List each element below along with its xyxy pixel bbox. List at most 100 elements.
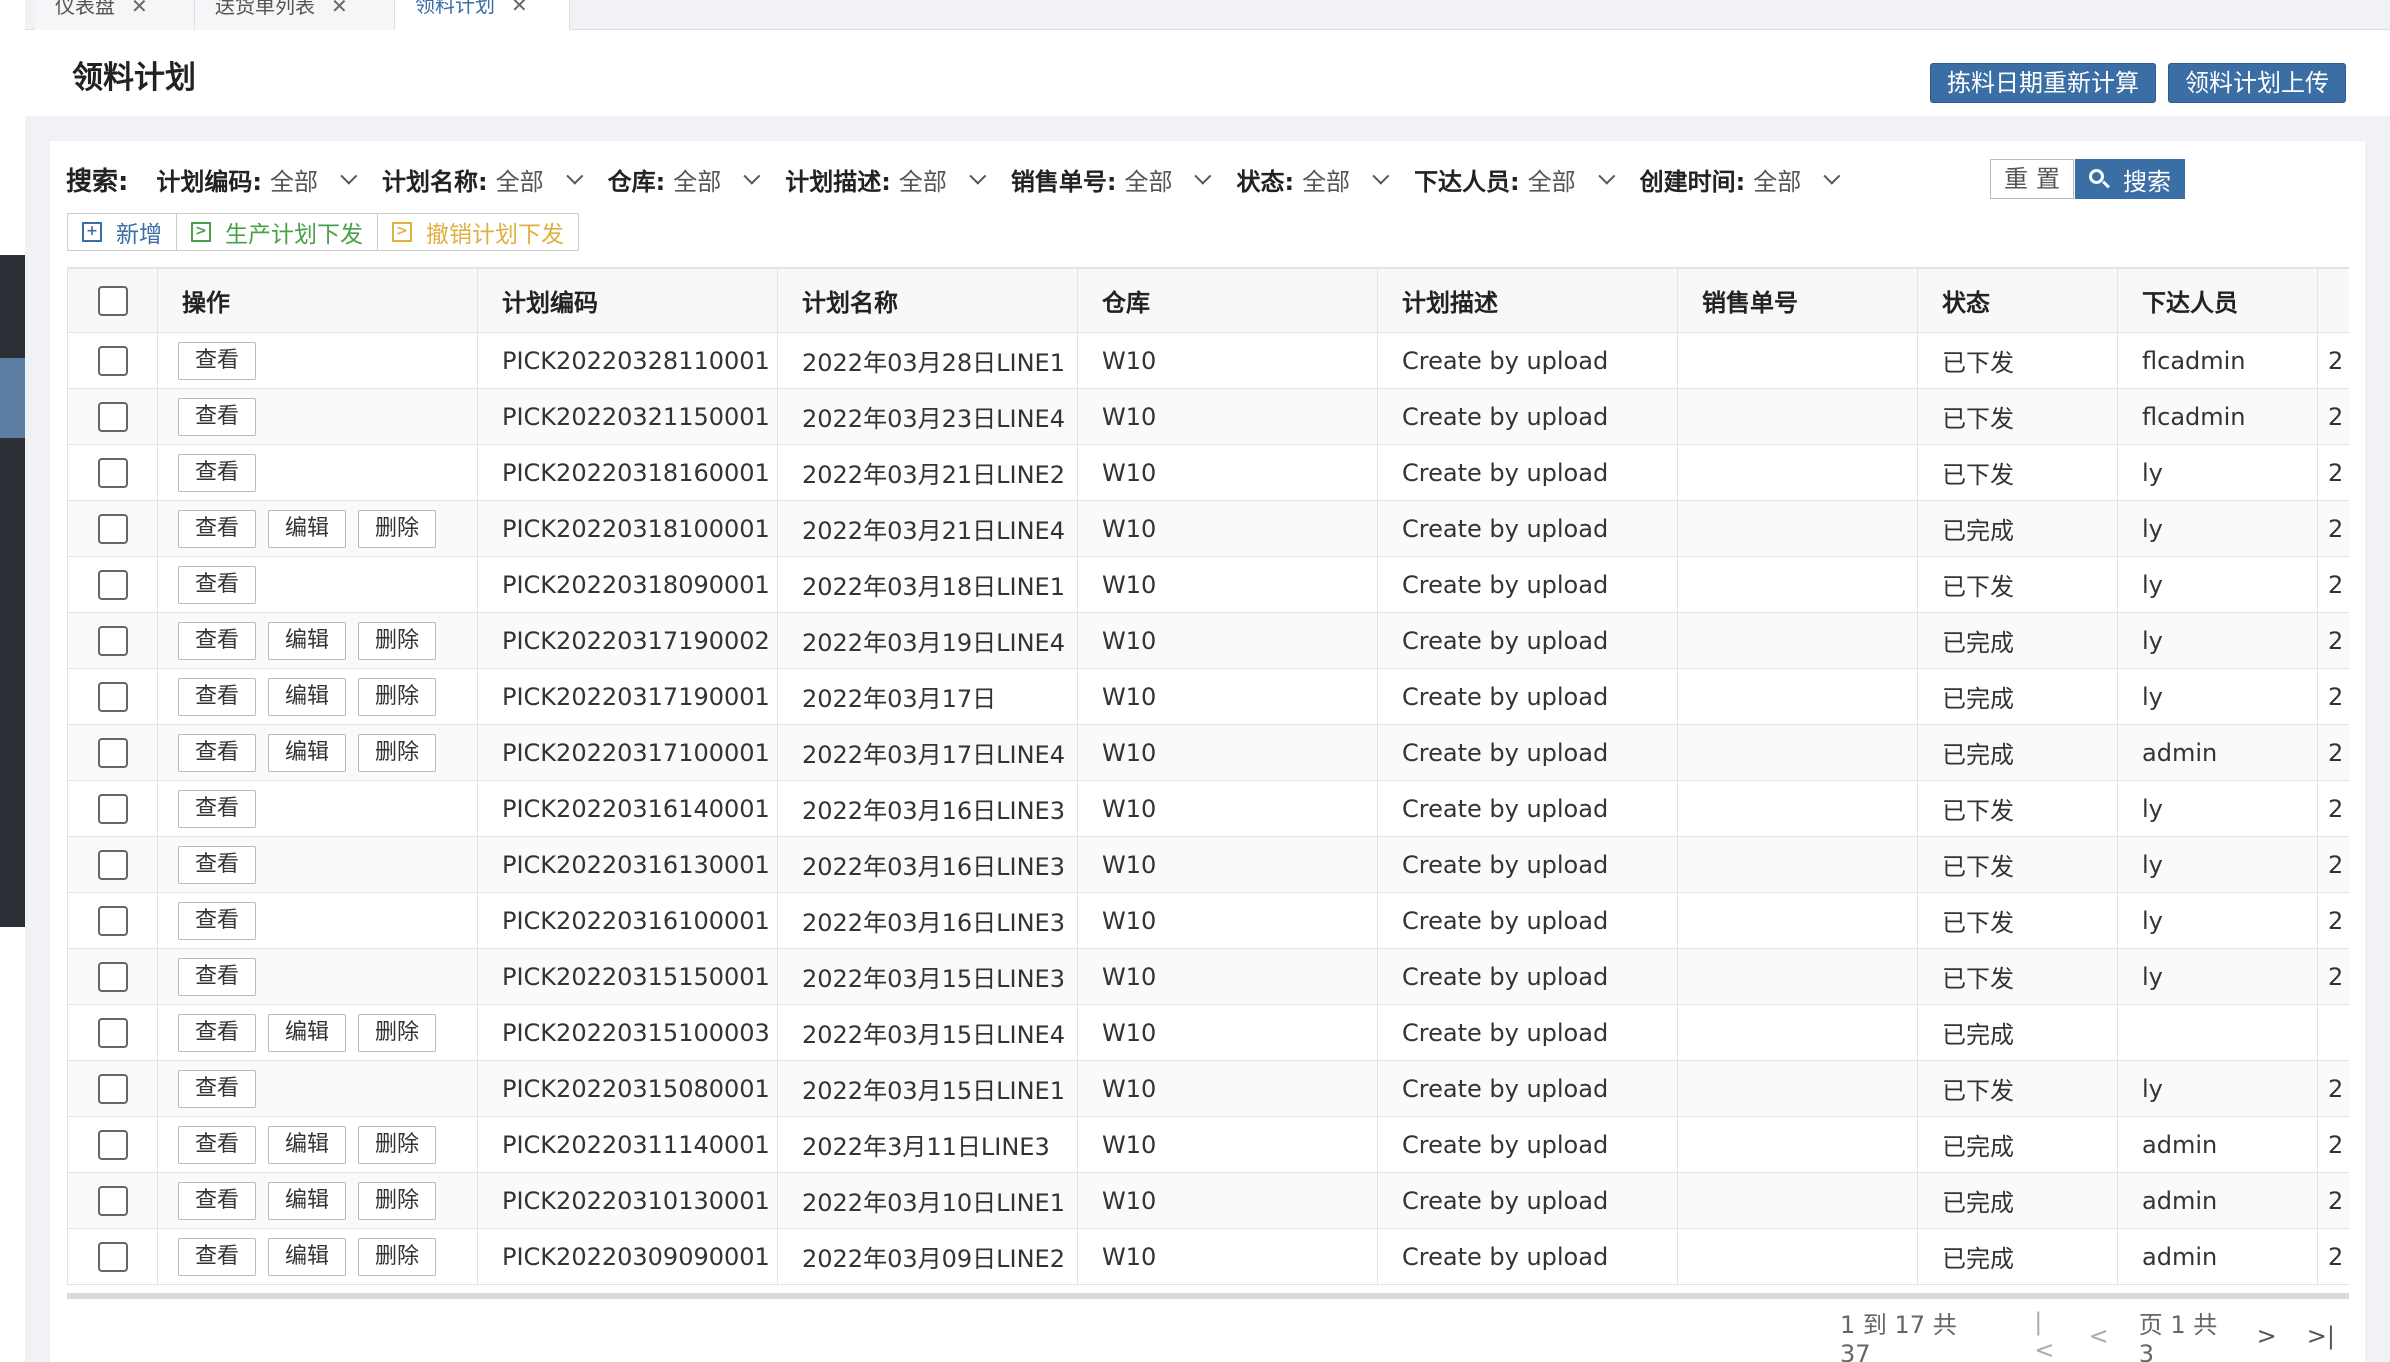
table-row[interactable]: 查看 PICK20220316140001 2022年03月16日LINE3 W10 C… — [67, 780, 2349, 837]
edit-button[interactable]: 编辑 — [268, 1237, 347, 1276]
view-button[interactable]: 查看 — [178, 733, 257, 772]
column-header-issuer[interactable]: 下达人员 — [2117, 268, 2318, 333]
delete-button[interactable]: 删除 — [358, 1125, 437, 1164]
table-row[interactable]: 查看 PICK20220318090001 2022年03月18日LINE1 W10 C… — [67, 556, 2349, 613]
view-button[interactable]: 查看 — [178, 453, 257, 492]
edit-button[interactable]: 编辑 — [268, 1013, 347, 1052]
add-button[interactable]: + 新增 — [68, 214, 177, 250]
row-checkbox[interactable] — [97, 737, 128, 768]
edit-button[interactable]: 编辑 — [268, 677, 347, 716]
table-row[interactable]: 查看 编辑 删除 PICK20220309090001 2022年03月09日LINE2… — [67, 1228, 2349, 1285]
table-row[interactable]: 查看 编辑 删除 PICK20220311140001 2022年3月11日LINE3 W… — [67, 1116, 2349, 1173]
view-button[interactable]: 查看 — [178, 901, 257, 940]
view-button[interactable]: 查看 — [178, 957, 257, 996]
column-header-sales-order[interactable]: 销售单号 — [1677, 268, 1918, 333]
row-checkbox[interactable] — [97, 1129, 128, 1160]
column-header-plan-code[interactable]: 计划编码 — [477, 268, 778, 333]
horizontal-scrollbar[interactable] — [67, 1293, 2349, 1299]
column-header-description[interactable]: 计划描述 — [1377, 268, 1678, 333]
close-icon[interactable]: ✕ — [131, 0, 148, 16]
tab-dashboard[interactable]: 仪表盘 ✕ — [35, 0, 195, 30]
last-page-icon[interactable]: >| — [2307, 1322, 2335, 1350]
filter-plan-description[interactable]: 计划描述: 全部 — [785, 162, 987, 197]
view-button[interactable]: 查看 — [178, 621, 257, 660]
tab-picking-plan[interactable]: 领料计划 ✕ — [395, 0, 570, 30]
table-row[interactable]: 查看 PICK20220316100001 2022年03月16日LINE3 W10 C… — [67, 892, 2349, 949]
row-checkbox[interactable] — [97, 1017, 128, 1048]
table-row[interactable]: 查看 PICK20220315080001 2022年03月15日LINE1 W10 C… — [67, 1060, 2349, 1117]
delete-button[interactable]: 删除 — [358, 621, 437, 660]
filter-created-time[interactable]: 创建时间: 全部 — [1640, 162, 1841, 197]
view-button[interactable]: 查看 — [178, 1069, 257, 1108]
table-row[interactable]: 查看 编辑 删除 PICK20220317190002 2022年03月19日LINE4… — [67, 612, 2349, 669]
edit-button[interactable]: 编辑 — [268, 733, 347, 772]
row-checkbox[interactable] — [97, 345, 128, 376]
sidebar-active-marker[interactable] — [0, 358, 25, 438]
edit-button[interactable]: 编辑 — [268, 509, 347, 548]
row-checkbox[interactable] — [97, 793, 128, 824]
filter-plan-name[interactable]: 计划名称: 全部 — [382, 162, 583, 197]
view-button[interactable]: 查看 — [178, 397, 257, 436]
row-checkbox[interactable] — [97, 457, 128, 488]
prev-page-icon[interactable]: < — [2089, 1322, 2109, 1350]
filter-issuer[interactable]: 下达人员: 全部 — [1414, 162, 1615, 197]
delete-button[interactable]: 删除 — [358, 733, 437, 772]
delete-button[interactable]: 删除 — [358, 1237, 437, 1276]
table-row[interactable]: 查看 编辑 删除 PICK20220310130001 2022年03月10日LINE1… — [67, 1172, 2349, 1229]
first-page-icon[interactable]: |< — [2034, 1308, 2058, 1362]
table-row[interactable]: 查看 编辑 删除 PICK20220318100001 2022年03月21日LINE4… — [67, 500, 2349, 557]
reset-button[interactable]: 重置 — [1990, 159, 2074, 199]
close-icon[interactable]: ✕ — [331, 0, 348, 16]
row-checkbox[interactable] — [97, 961, 128, 992]
filter-warehouse[interactable]: 仓库: 全部 — [608, 162, 761, 197]
view-button[interactable]: 查看 — [178, 1237, 257, 1276]
table-row[interactable]: 查看 编辑 删除 PICK20220315100003 2022年03月15日LINE4… — [67, 1004, 2349, 1061]
filter-sales-order[interactable]: 销售单号: 全部 — [1011, 162, 1212, 197]
table-row[interactable]: 查看 PICK20220318160001 2022年03月21日LINE2 W10 C… — [67, 444, 2349, 501]
column-header-status[interactable]: 状态 — [1917, 268, 2118, 333]
tab-delivery-list[interactable]: 送货单列表 ✕ — [195, 0, 395, 30]
row-checkbox[interactable] — [97, 401, 128, 432]
view-button[interactable]: 查看 — [178, 845, 257, 884]
row-checkbox[interactable] — [97, 681, 128, 712]
column-header-plan-name[interactable]: 计划名称 — [777, 268, 1078, 333]
row-checkbox[interactable] — [97, 513, 128, 544]
search-button[interactable]: 搜索 — [2075, 159, 2185, 199]
close-icon[interactable]: ✕ — [511, 0, 528, 15]
cancel-plan-issue-button[interactable]: > 撤销计划下发 — [378, 214, 578, 250]
upload-picking-plan-button[interactable]: 领料计划上传 — [2168, 63, 2346, 103]
row-checkbox[interactable] — [97, 849, 128, 880]
edit-button[interactable]: 编辑 — [268, 1181, 347, 1220]
delete-button[interactable]: 删除 — [358, 677, 437, 716]
issue-production-plan-button[interactable]: > 生产计划下发 — [177, 214, 378, 250]
table-row[interactable]: 查看 PICK20220328110001 2022年03月28日LINE1 W10 C… — [67, 332, 2349, 389]
edit-button[interactable]: 编辑 — [268, 1125, 347, 1164]
table-row[interactable]: 查看 PICK20220321150001 2022年03月23日LINE4 W10 C… — [67, 388, 2349, 445]
delete-button[interactable]: 删除 — [358, 1181, 437, 1220]
row-checkbox[interactable] — [97, 1073, 128, 1104]
table-row[interactable]: 查看 编辑 删除 PICK20220317190001 2022年03月17日 W10 Cr… — [67, 668, 2349, 725]
column-header-warehouse[interactable]: 仓库 — [1077, 268, 1378, 333]
select-all-checkbox[interactable] — [97, 285, 128, 316]
table-row[interactable]: 查看 PICK20220315150001 2022年03月15日LINE3 W10 C… — [67, 948, 2349, 1005]
filter-plan-code[interactable]: 计划编码: 全部 — [156, 162, 358, 197]
view-button[interactable]: 查看 — [178, 789, 257, 828]
view-button[interactable]: 查看 — [178, 565, 257, 604]
view-button[interactable]: 查看 — [178, 1125, 257, 1164]
table-row[interactable]: 查看 PICK20220316130001 2022年03月16日LINE3 W10 C… — [67, 836, 2349, 893]
row-checkbox[interactable] — [97, 625, 128, 656]
table-row[interactable]: 查看 编辑 删除 PICK20220317100001 2022年03月17日LINE4… — [67, 724, 2349, 781]
row-checkbox[interactable] — [97, 1241, 128, 1272]
recalculate-picking-date-button[interactable]: 拣料日期重新计算 — [1930, 63, 2156, 103]
row-checkbox[interactable] — [97, 1185, 128, 1216]
view-button[interactable]: 查看 — [178, 509, 257, 548]
delete-button[interactable]: 删除 — [358, 1013, 437, 1052]
row-checkbox[interactable] — [97, 905, 128, 936]
view-button[interactable]: 查看 — [178, 1013, 257, 1052]
edit-button[interactable]: 编辑 — [268, 621, 347, 660]
row-checkbox[interactable] — [97, 569, 128, 600]
view-button[interactable]: 查看 — [178, 677, 257, 716]
view-button[interactable]: 查看 — [178, 341, 257, 380]
next-page-icon[interactable]: > — [2257, 1322, 2277, 1350]
view-button[interactable]: 查看 — [178, 1181, 257, 1220]
